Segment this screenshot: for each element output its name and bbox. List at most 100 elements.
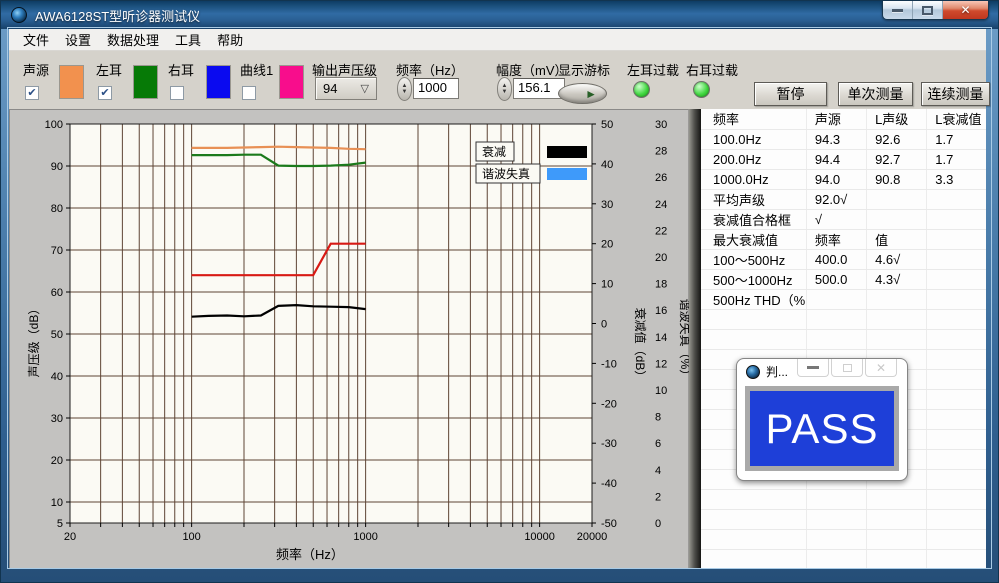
menu-bar: 文件 设置 数据处理 工具 帮助 [9,29,986,51]
menu-help[interactable]: 帮助 [209,28,251,51]
svg-text:20: 20 [64,531,76,543]
continuous-measure-button[interactable]: 连续测量 [921,82,990,106]
table-row [701,329,986,349]
curve1-checkbox[interactable] [242,86,256,100]
svg-text:0: 0 [601,319,607,331]
svg-text:-20: -20 [601,398,617,410]
svg-text:10: 10 [51,497,63,509]
amplitude-input[interactable]: 156.1 [513,78,565,99]
window-title: AWA6128ST型听诊器测试仪 [35,6,200,25]
svg-text:12: 12 [655,358,667,370]
amplitude-label: 幅度（mV） [496,60,568,79]
svg-text:30: 30 [601,199,613,211]
table-row: 500～1000Hz500.04.3√ [701,269,986,289]
toolbar: 声源 ✔ 左耳 ✔ 右耳 曲线1 输出声压级 94 ▽ 频率（Hz） ▲ ▼ 1… [9,51,986,109]
frequency-input[interactable]: 1000 [413,78,459,99]
close-icon: ✕ [876,361,886,375]
svg-text:50: 50 [51,329,63,341]
table-row [701,489,986,509]
svg-text:1000: 1000 [353,531,377,543]
svg-text:90: 90 [51,161,63,173]
spl-frequency-chart[interactable]: 1009080706050403020105201001000100002000… [10,110,690,570]
left-ear-overload-led [633,81,650,98]
close-button[interactable]: ✕ [943,1,988,19]
svg-text:70: 70 [51,245,63,257]
source-channel-label: 声源 [23,60,49,79]
judgement-maximize-button[interactable] [831,359,863,377]
svg-text:10: 10 [655,385,667,397]
table-row [701,529,986,549]
svg-text:8: 8 [655,412,661,424]
menu-tools[interactable]: 工具 [167,28,209,51]
table-row: 200.0Hz94.492.71.7 [701,149,986,169]
svg-text:30: 30 [51,413,63,425]
svg-text:20: 20 [655,252,667,264]
svg-text:26: 26 [655,172,667,184]
source-color-swatch [59,65,84,99]
svg-text:-40: -40 [601,478,617,490]
judgement-result-text: PASS [766,405,879,453]
app-icon [11,7,27,23]
svg-text:20000: 20000 [577,531,608,543]
svg-text:20: 20 [51,455,63,467]
menu-file[interactable]: 文件 [15,28,57,51]
svg-text:22: 22 [655,225,667,237]
right-ear-overload-label: 右耳过载 [686,60,738,79]
svg-text:6: 6 [655,438,661,450]
svg-text:衰减值（dB）: 衰减值（dB） [633,308,648,383]
title-bar: AWA6128ST型听诊器测试仪 ✕ [1,1,998,29]
maximize-button[interactable] [913,1,943,19]
table-row [701,549,986,569]
svg-text:-30: -30 [601,438,617,450]
left-ear-checkbox[interactable]: ✔ [98,86,112,100]
show-cursor-toggle[interactable]: ► [558,83,607,104]
source-channel-checkbox[interactable]: ✔ [25,86,39,100]
curve1-color-swatch [279,65,304,99]
spinner-down-icon: ▼ [402,89,408,95]
left-ear-label: 左耳 [96,60,122,79]
judgement-minimize-button[interactable] [797,359,829,377]
frequency-stepper[interactable]: ▲ ▼ [397,77,412,101]
svg-text:20: 20 [601,239,613,251]
svg-text:10: 10 [601,279,613,291]
table-row [701,309,986,329]
table-row: 平均声级92.0√ [701,189,986,209]
minimize-icon [892,9,903,12]
minimize-button[interactable] [883,1,913,19]
svg-text:声压级（dB）: 声压级（dB） [27,303,41,378]
svg-text:30: 30 [655,119,667,131]
svg-text:14: 14 [655,332,667,344]
amplitude-stepper[interactable]: ▲ ▼ [497,77,512,101]
svg-text:50: 50 [601,119,613,131]
svg-text:10000: 10000 [524,531,555,543]
cursor-arrow-icon: ► [585,88,597,100]
svg-text:16: 16 [655,305,667,317]
output-level-select[interactable]: 94 ▽ [315,77,377,100]
svg-text:60: 60 [51,287,63,299]
judgement-dialog-title: 判... [766,363,788,380]
judgement-dialog-buttons: ✕ [795,359,897,377]
single-measure-button[interactable]: 单次测量 [838,82,913,106]
table-row: 衰减值合格框√ [701,209,986,229]
svg-text:4: 4 [655,465,661,477]
pause-button[interactable]: 暂停 [754,82,827,106]
menu-data-processing[interactable]: 数据处理 [99,28,167,51]
svg-text:-10: -10 [601,358,617,370]
table-header-row: 频率声源L声级L衰减值 [701,109,986,129]
show-cursor-label: 显示游标 [558,60,610,79]
spinner-down-icon: ▼ [502,89,508,95]
curve1-label: 曲线1 [240,60,273,79]
app-window: AWA6128ST型听诊器测试仪 ✕ 文件 设置 数据处理 工具 帮助 声源 ✔… [0,0,999,583]
judgement-close-button[interactable]: ✕ [865,359,897,377]
svg-text:24: 24 [655,199,667,211]
svg-text:100: 100 [45,119,63,131]
svg-text:衰减: 衰减 [482,144,506,159]
right-ear-checkbox[interactable] [170,86,184,100]
svg-text:2: 2 [655,491,661,503]
menu-settings[interactable]: 设置 [57,28,99,51]
table-row: 100.0Hz94.392.61.7 [701,129,986,149]
close-icon: ✕ [960,3,970,17]
table-row [701,509,986,529]
svg-text:40: 40 [51,371,63,383]
svg-text:-50: -50 [601,518,617,530]
